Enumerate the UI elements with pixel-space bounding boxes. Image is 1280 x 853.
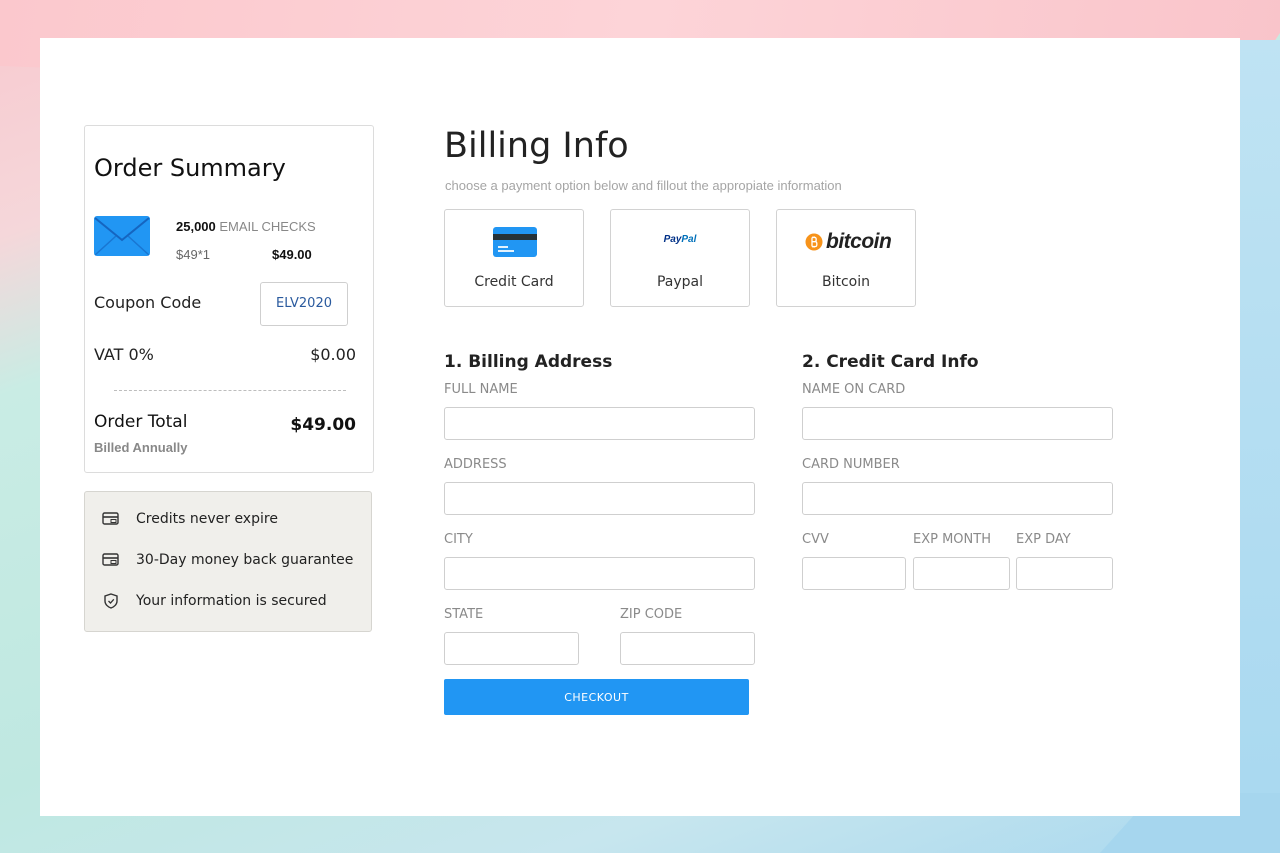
address-input[interactable] xyxy=(444,482,755,515)
state-label: STATE xyxy=(444,607,484,622)
payment-option-label: Paypal xyxy=(656,274,704,290)
vat-value: $0.00 xyxy=(310,345,356,364)
billing-title: Billing Info xyxy=(444,126,629,166)
zip-code-input[interactable] xyxy=(620,632,755,665)
cvv-input[interactable] xyxy=(802,557,906,590)
name-on-card-input[interactable] xyxy=(802,407,1113,440)
exp-day-input[interactable] xyxy=(1016,557,1113,590)
feature-text: Credits never expire xyxy=(136,511,278,527)
credit-card-icon xyxy=(493,227,537,257)
billing-period: Billed Annually xyxy=(94,440,188,455)
city-label: CITY xyxy=(444,532,473,547)
divider xyxy=(114,390,346,391)
order-total-value: $49.00 xyxy=(290,415,356,435)
exp-month-label: EXP MONTH xyxy=(913,532,991,547)
features-panel: Credits never expire 30-Day money back g… xyxy=(84,491,372,632)
order-summary-title: Order Summary xyxy=(94,154,286,182)
state-input[interactable] xyxy=(444,632,579,665)
credit-card-icon xyxy=(102,553,119,566)
billing-address-title: 1. Billing Address xyxy=(444,352,613,372)
bitcoin-logo: bitcoin xyxy=(805,230,892,254)
product-line: 25,000 EMAIL CHECKS xyxy=(176,219,316,234)
exp-day-label: EXP DAY xyxy=(1016,532,1071,547)
paypal-logo: PayPal xyxy=(611,234,749,245)
name-on-card-label: NAME ON CARD xyxy=(802,382,906,397)
payment-option-credit-card[interactable]: Credit Card xyxy=(444,209,584,307)
product-quantity: 25,000 xyxy=(176,219,216,234)
card-number-label: CARD NUMBER xyxy=(802,457,900,472)
payment-option-bitcoin[interactable]: bitcoin Bitcoin xyxy=(776,209,916,307)
feature-item: 30-Day money back guarantee xyxy=(102,550,353,570)
paypal-logo-text-a: Pay xyxy=(663,234,682,245)
checkout-button[interactable]: CHECKOUT xyxy=(444,679,749,715)
checkout-card: Order Summary 25,000 EMAIL CHECKS $49*1 … xyxy=(40,38,1240,816)
feature-item: Your information is secured xyxy=(102,591,327,611)
shield-icon xyxy=(104,593,118,609)
billing-subtitle: choose a payment option below and fillou… xyxy=(445,178,842,193)
payment-option-label: Bitcoin xyxy=(821,274,870,290)
cvv-label: CVV xyxy=(802,532,829,547)
city-input[interactable] xyxy=(444,557,755,590)
feature-item: Credits never expire xyxy=(102,509,278,529)
address-label: ADDRESS xyxy=(444,457,507,472)
full-name-label: FULL NAME xyxy=(444,382,518,397)
email-icon xyxy=(94,216,150,256)
card-number-input[interactable] xyxy=(802,482,1113,515)
exp-month-input[interactable] xyxy=(913,557,1010,590)
credit-card-icon xyxy=(102,512,119,525)
payment-option-paypal[interactable]: PayPal Paypal xyxy=(610,209,750,307)
coupon-label: Coupon Code xyxy=(94,293,202,312)
payment-option-label: Credit Card xyxy=(474,274,554,290)
credit-card-info-title: 2. Credit Card Info xyxy=(802,352,979,372)
full-name-input[interactable] xyxy=(444,407,755,440)
paypal-logo-text-b: Pal xyxy=(681,234,697,245)
feature-text: 30-Day money back guarantee xyxy=(136,552,354,568)
zip-code-label: ZIP CODE xyxy=(620,607,683,622)
product-price: $49.00 xyxy=(272,247,312,262)
bitcoin-logo-text: bitcoin xyxy=(826,230,892,253)
vat-label: VAT 0% xyxy=(94,345,154,364)
product-unit-line: $49*1 xyxy=(176,247,210,262)
feature-text: Your information is secured xyxy=(136,593,327,609)
coupon-code-button[interactable]: ELV2020 xyxy=(260,282,348,326)
order-total-label: Order Total xyxy=(94,412,188,432)
bitcoin-icon xyxy=(805,233,823,251)
order-summary-panel: Order Summary 25,000 EMAIL CHECKS $49*1 … xyxy=(84,125,374,473)
product-name: EMAIL CHECKS xyxy=(219,219,316,234)
